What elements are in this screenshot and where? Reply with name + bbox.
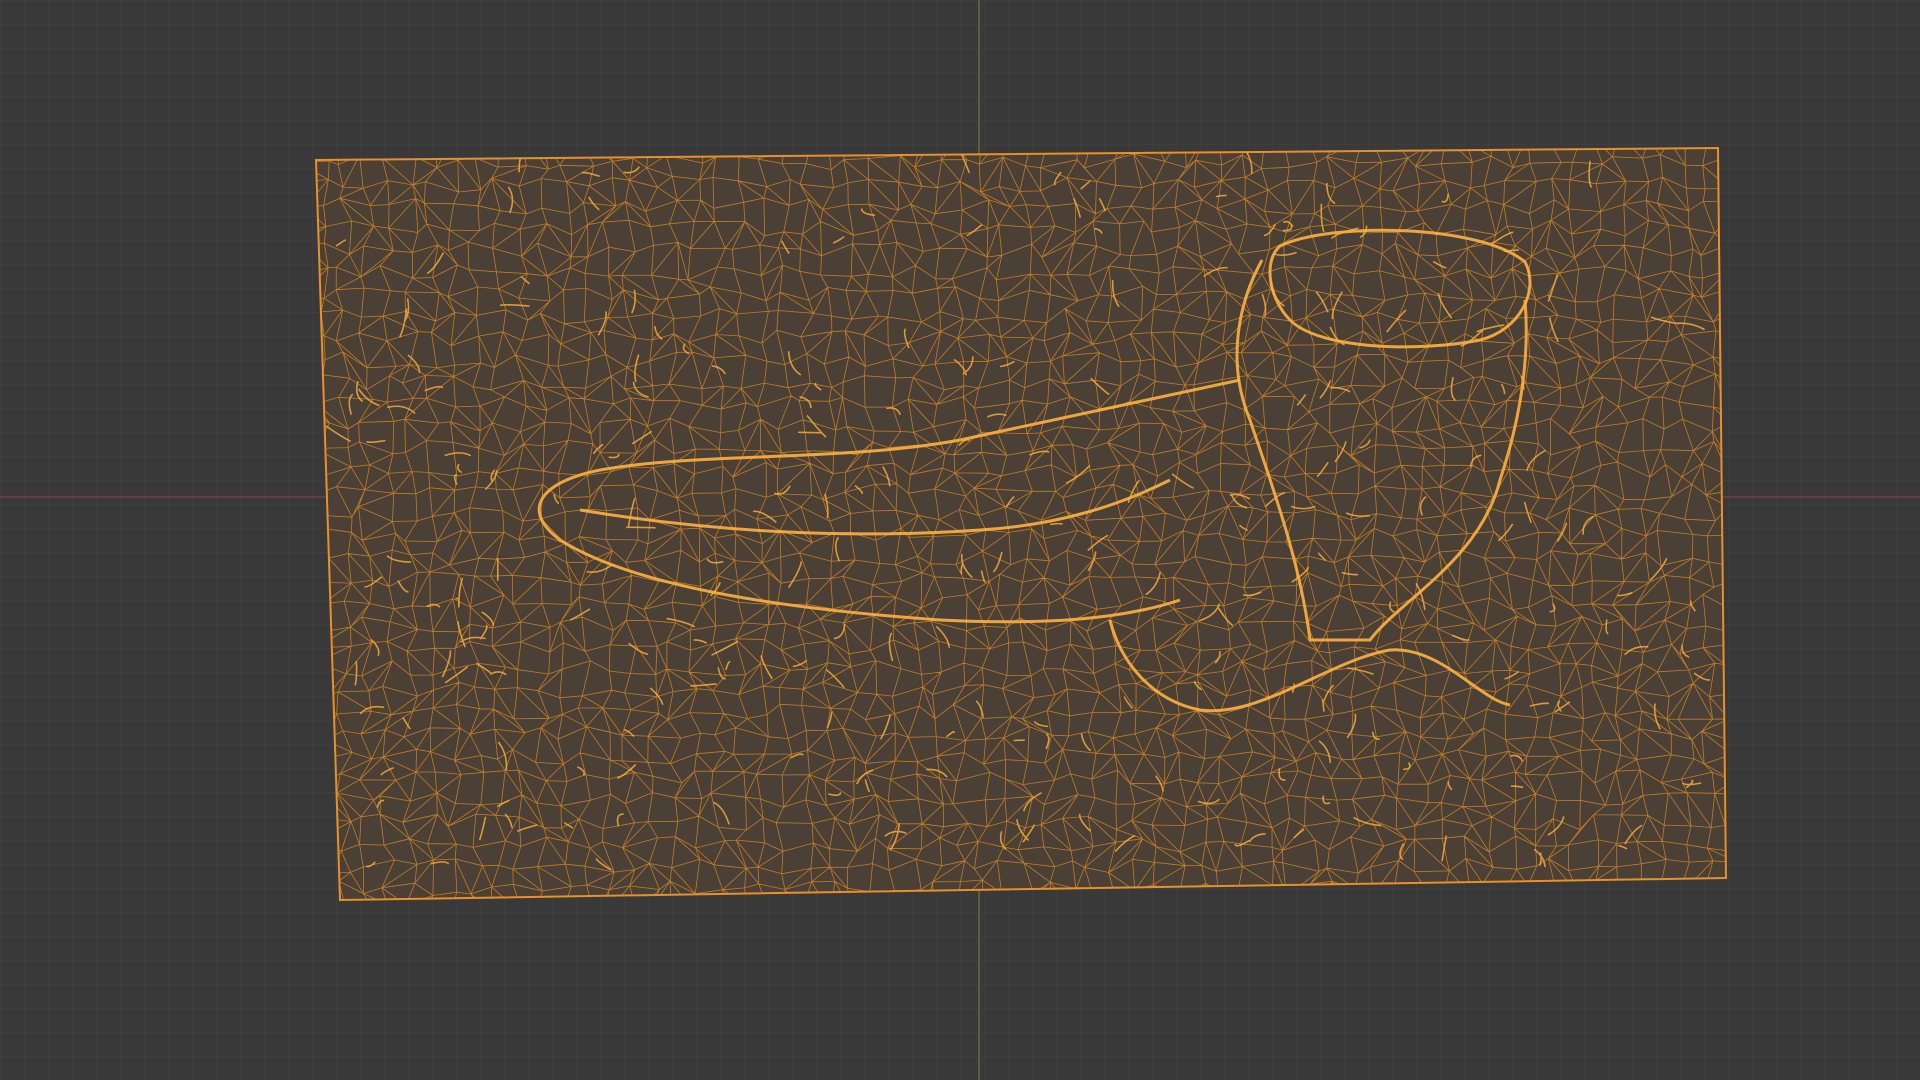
viewport-canvas[interactable] — [0, 0, 1920, 1080]
selected-mesh-object[interactable] — [293, 132, 1920, 940]
3d-viewport[interactable] — [0, 0, 1920, 1080]
